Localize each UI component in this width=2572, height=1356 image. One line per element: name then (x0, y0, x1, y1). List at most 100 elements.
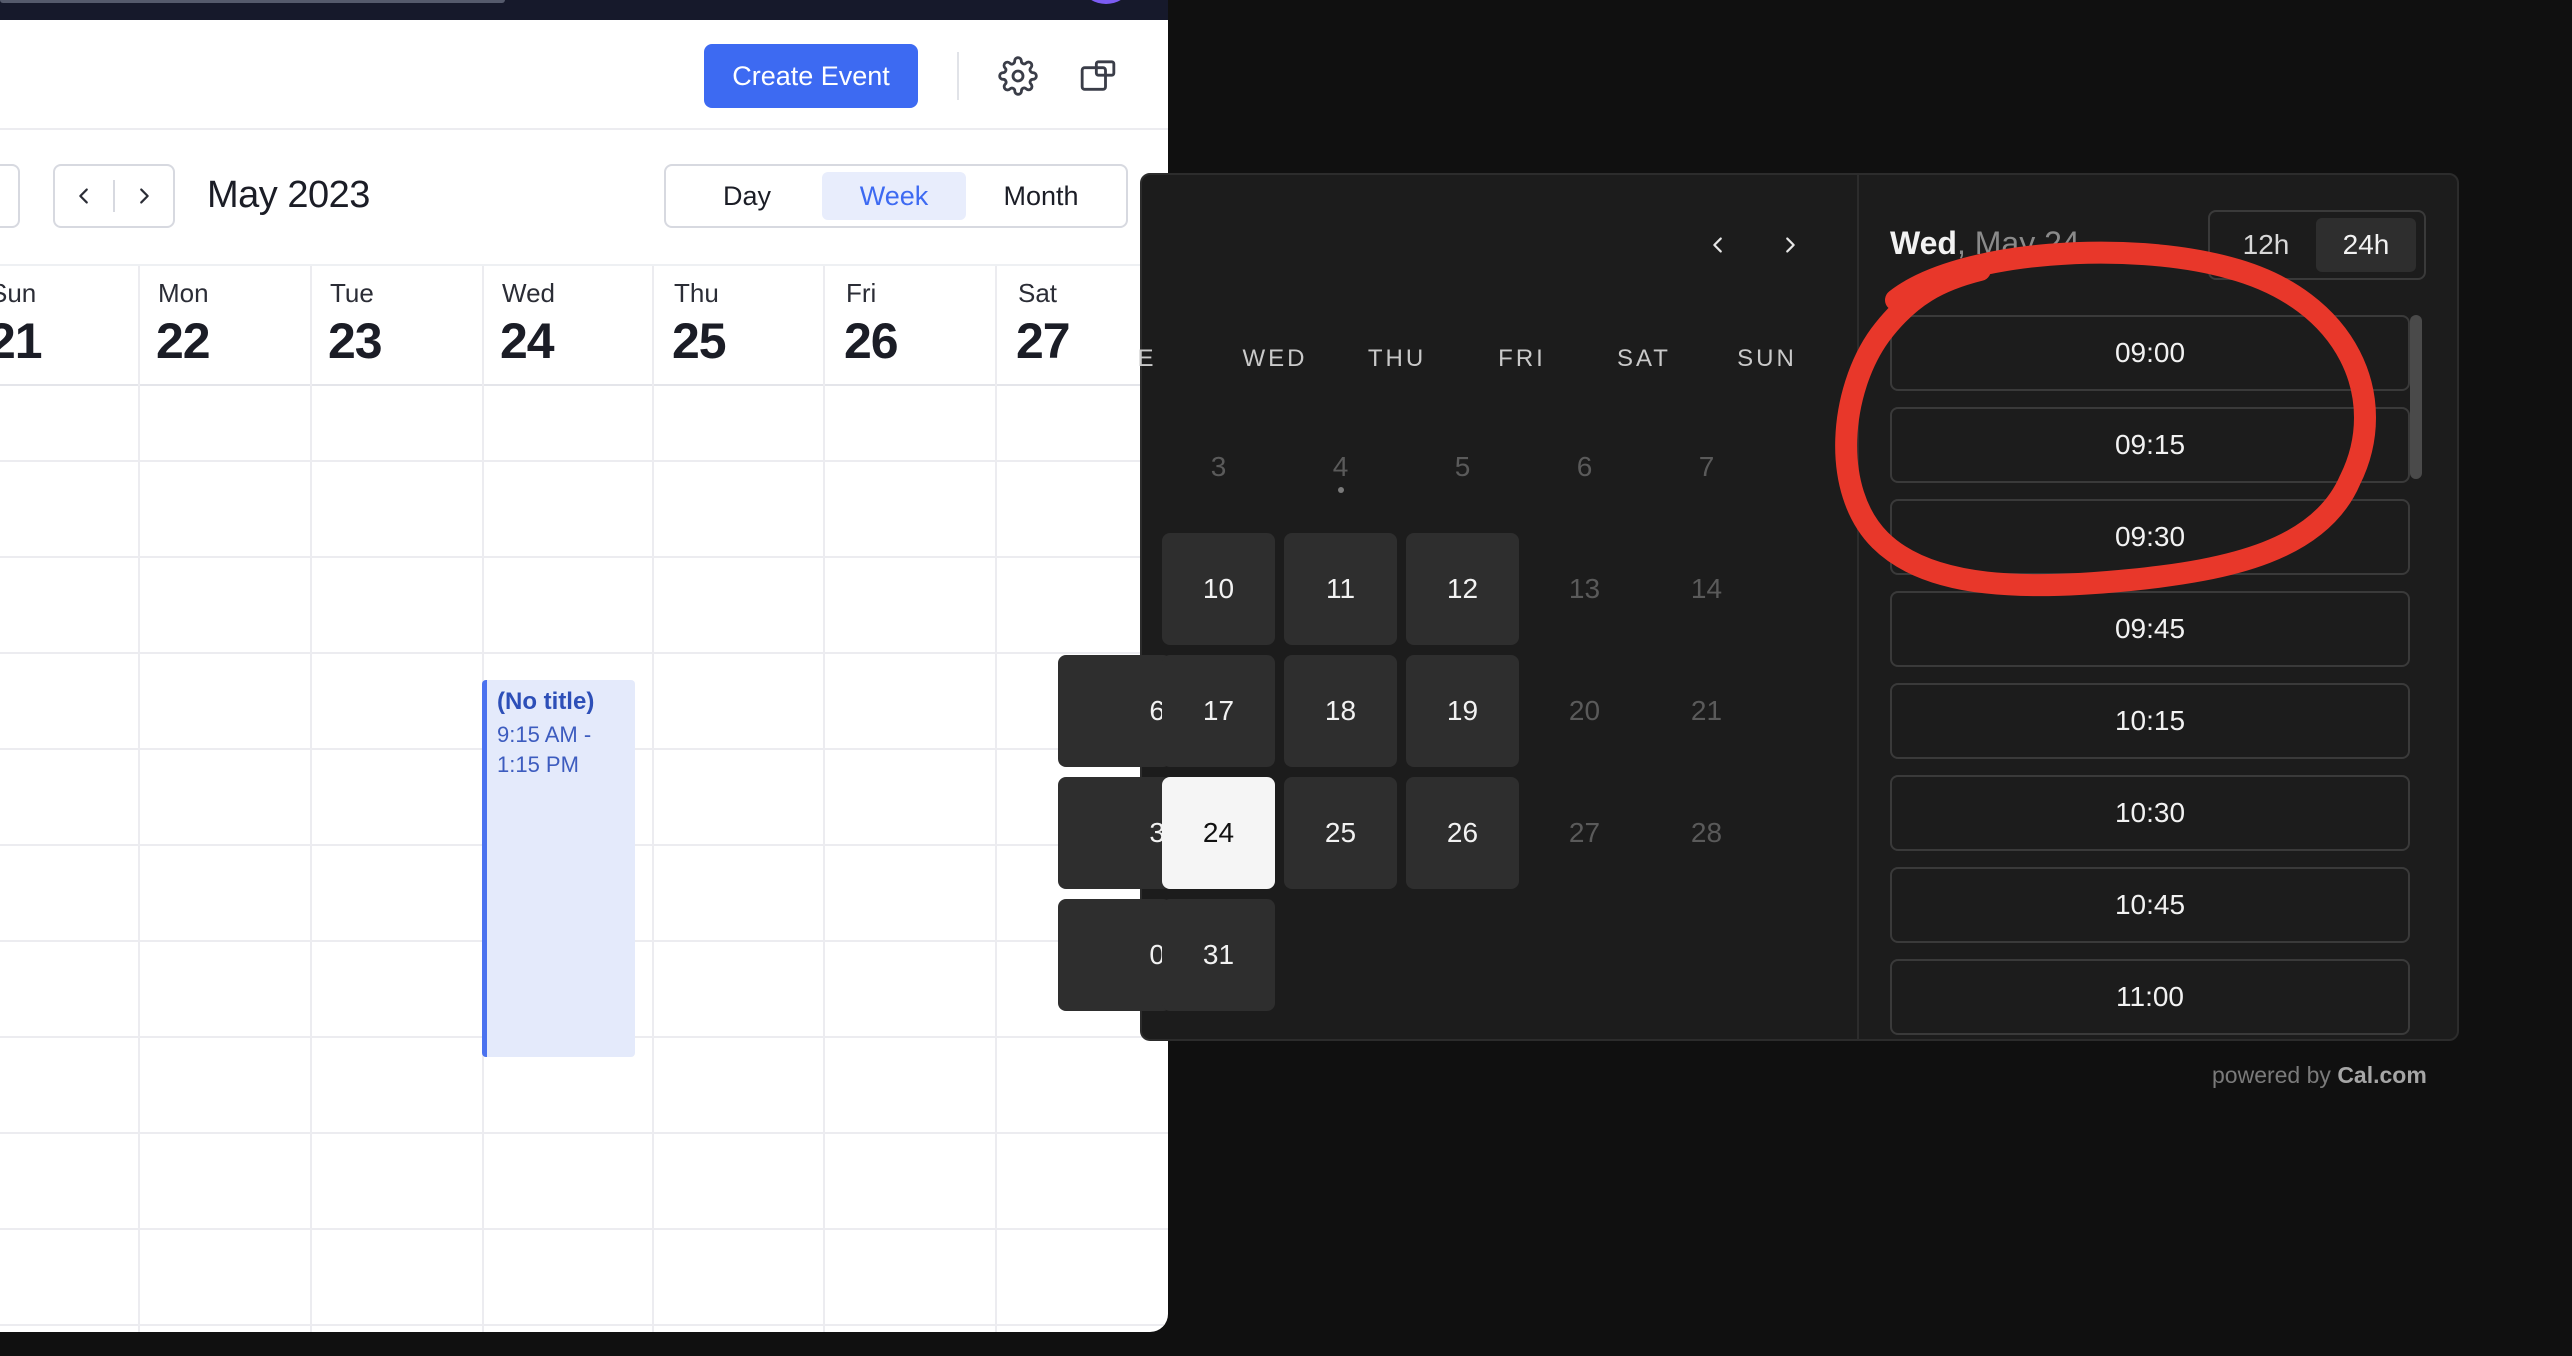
date-cell: 3 (1210, 451, 1227, 482)
current-month-label: May 2023 (207, 174, 370, 216)
time-format-toggle: 12h 24h (2208, 210, 2426, 280)
time-slot[interactable]: 09:30 (1890, 499, 2410, 575)
day-name: Mon (158, 278, 209, 308)
format-12h-option[interactable]: 12h (2216, 218, 2316, 272)
day-number: 23 (328, 313, 383, 369)
date-cell: 7 (1698, 451, 1715, 482)
day-header-sun[interactable]: Sun 21 (0, 266, 138, 386)
day-number: 26 (844, 313, 899, 369)
time-slot[interactable]: 09:45 (1890, 591, 2410, 667)
popout-button[interactable] (1076, 54, 1120, 98)
hour-line (0, 1132, 1168, 1134)
powered-by-footer[interactable]: powered by Cal.com (2212, 1062, 2427, 1089)
day-name: Thu (674, 278, 719, 308)
date-number: 4 (1332, 451, 1349, 482)
day-header-thu[interactable]: Thu 25 (656, 266, 826, 386)
date-cell[interactable]: 31 (1162, 899, 1275, 1011)
selected-weekday: Wed (1890, 225, 1957, 261)
week-days-header: Sun 21 Mon 22 Tue 23 Wed 24 Thu 25 Fri 2… (0, 264, 1168, 386)
next-week-button[interactable] (115, 166, 173, 226)
panel-divider (1857, 175, 1859, 1039)
date-cell: 27 (1568, 817, 1601, 848)
day-name: Sat (1018, 278, 1058, 308)
date-cell[interactable]: 19 (1406, 655, 1519, 767)
date-cell[interactable]: 11 (1284, 533, 1397, 645)
hour-line (0, 652, 1168, 654)
view-week-tab[interactable]: Week (822, 172, 966, 220)
weekday-header: E (1137, 345, 1157, 372)
date-cell[interactable]: 6 (1058, 655, 1171, 767)
create-event-button[interactable]: Create Event (704, 44, 918, 108)
day-name: Sun (0, 278, 37, 308)
weekday-header: SUN (1737, 345, 1797, 372)
top-nav-strip (0, 0, 1168, 20)
date-cell-selected[interactable]: 24 (1162, 777, 1275, 889)
weekday-header: WED (1242, 345, 1308, 372)
date-cell: 28 (1690, 817, 1723, 848)
date-cell: 14 (1690, 573, 1723, 604)
time-slot[interactable]: 10:30 (1890, 775, 2410, 851)
avatar[interactable] (1085, 0, 1127, 4)
search-bar[interactable] (0, 0, 505, 3)
time-slot[interactable]: 09:15 (1890, 407, 2410, 483)
day-number: 24 (500, 313, 555, 369)
weekday-header: FRI (1498, 345, 1546, 372)
day-name: Fri (846, 278, 877, 308)
event-time: 9:15 AM - 1:15 PM (497, 722, 592, 777)
event-dot (1338, 487, 1344, 493)
prev-month-button[interactable] (1698, 225, 1738, 265)
day-header-fri[interactable]: Fri 26 (828, 266, 998, 386)
date-cell[interactable]: 18 (1284, 655, 1397, 767)
time-slot[interactable]: 10:15 (1890, 683, 2410, 759)
column-divider (823, 266, 825, 386)
next-month-button[interactable] (1770, 225, 1810, 265)
date-cell: 21 (1690, 695, 1723, 726)
column-divider (138, 386, 140, 1332)
column-divider (652, 266, 654, 386)
day-number: 25 (672, 313, 727, 369)
day-header-tue[interactable]: Tue 23 (312, 266, 482, 386)
date-cell[interactable]: 26 (1406, 777, 1519, 889)
date-cell[interactable]: 10 (1162, 533, 1275, 645)
time-slot[interactable]: 09:00 (1890, 315, 2410, 391)
today-button[interactable] (0, 164, 20, 228)
hour-line (0, 556, 1168, 558)
brand-name: Cal.com (2337, 1062, 2427, 1088)
slots-scrollbar[interactable] (2410, 315, 2422, 479)
date-cell: 6 (1576, 451, 1593, 482)
powered-by-label: powered by (2212, 1062, 2338, 1088)
date-cell[interactable]: 25 (1284, 777, 1397, 889)
date-cell[interactable]: 3 (1058, 777, 1171, 889)
settings-button[interactable] (996, 54, 1040, 98)
calendar-window: Create Event May 2023 Day Week Month un … (0, 0, 1168, 1332)
date-cell[interactable]: 17 (1162, 655, 1275, 767)
view-day-tab[interactable]: Day (672, 172, 822, 220)
day-name: Wed (502, 278, 555, 308)
gear-icon (998, 56, 1038, 96)
column-divider (823, 386, 825, 1332)
selected-date-text: , May 24 (1956, 225, 2080, 261)
week-time-grid[interactable]: (No title) 9:15 AM - 1:15 PM (0, 386, 1168, 1332)
day-number: 21 (0, 313, 43, 369)
view-month-tab[interactable]: Month (966, 172, 1116, 220)
date-cell[interactable]: 0 (1058, 899, 1171, 1011)
chevron-right-icon (1786, 237, 1795, 253)
header-divider (957, 52, 959, 100)
column-divider (995, 266, 997, 386)
date-cell[interactable]: 12 (1406, 533, 1519, 645)
prev-week-button[interactable] (55, 166, 113, 226)
week-nav-group (53, 164, 175, 228)
format-24h-option[interactable]: 24h (2316, 218, 2416, 272)
weekday-header: THU (1367, 345, 1427, 372)
calendar-event[interactable]: (No title) 9:15 AM - 1:15 PM (482, 680, 635, 1057)
chevron-left-icon (1713, 237, 1722, 253)
calendar-toolbar: May 2023 Day Week Month (0, 130, 1168, 264)
day-header-mon[interactable]: Mon 22 (140, 266, 310, 386)
time-slot[interactable]: 10:45 (1890, 867, 2410, 943)
weekday-header: SAT (1617, 345, 1671, 372)
day-header-wed[interactable]: Wed 24 (484, 266, 654, 386)
hour-line (0, 1228, 1168, 1230)
day-number: 22 (156, 313, 211, 369)
chevron-right-icon (140, 188, 149, 204)
time-slot[interactable]: 11:00 (1890, 959, 2410, 1035)
